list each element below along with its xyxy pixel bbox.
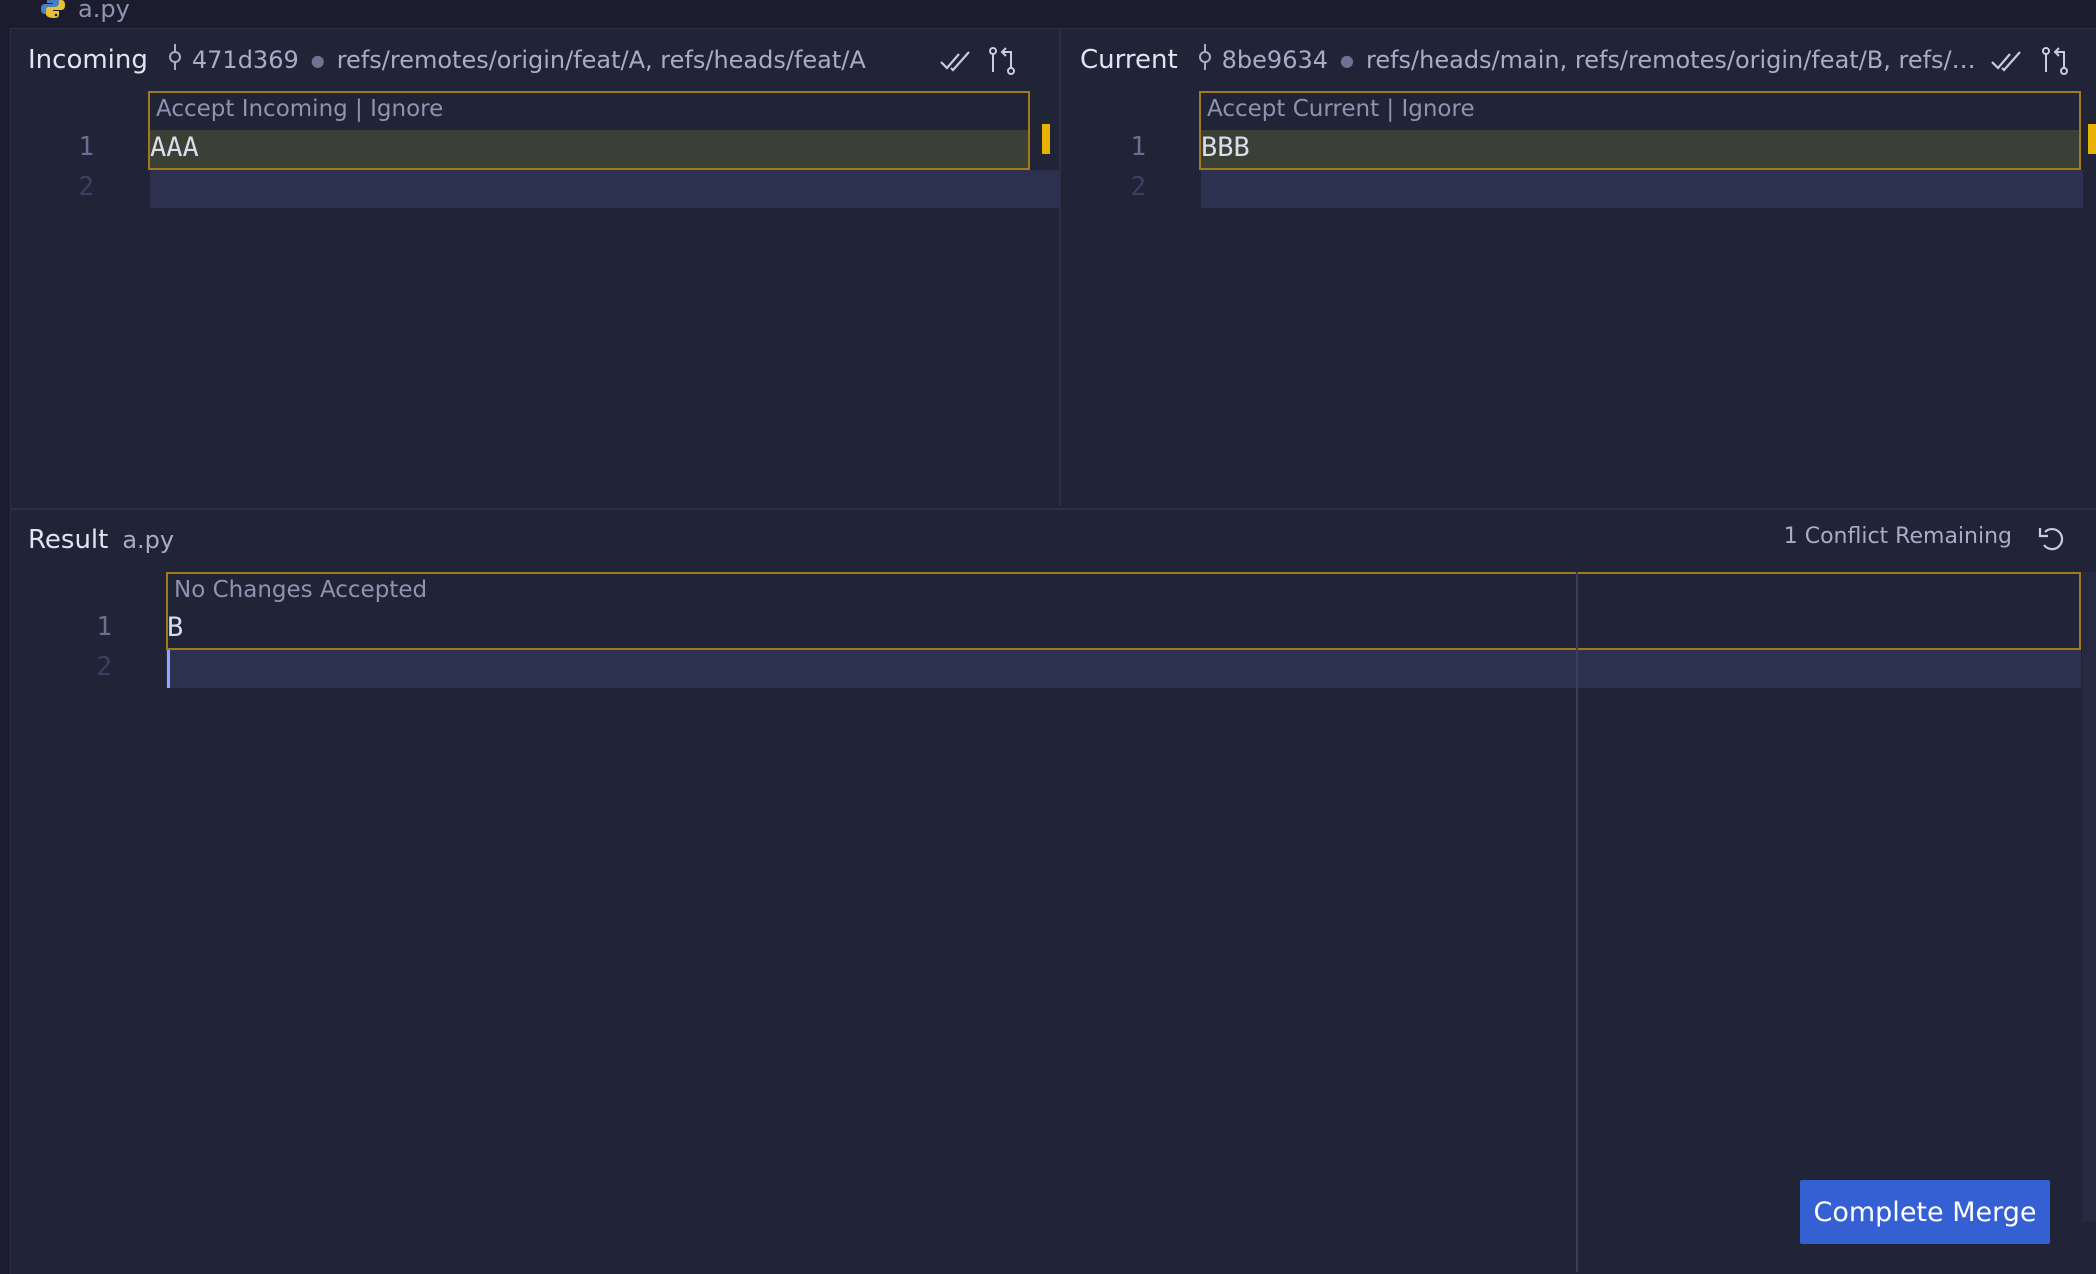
git-commit-icon	[1196, 42, 1214, 78]
result-header: Result a.py	[28, 510, 174, 570]
current-refs: refs/heads/main, refs/remotes/origin/fea…	[1365, 46, 1980, 74]
incoming-commit-hash: 471d369	[191, 46, 299, 74]
incoming-code-line-1[interactable]: AAA	[150, 132, 199, 163]
incoming-commit[interactable]: 471d369	[166, 42, 299, 78]
current-commit[interactable]: 8be9634	[1196, 42, 1328, 78]
accept-all-current-icon[interactable]	[1990, 44, 2024, 78]
result-line-2-highlight	[166, 650, 2081, 688]
incoming-line-2-highlight	[150, 170, 1060, 208]
result-title: Result	[28, 525, 109, 555]
text-cursor	[167, 650, 170, 688]
tab-filename: a.py	[78, 0, 130, 23]
conflicts-remaining-status[interactable]: 1 Conflict Remaining	[1784, 524, 2012, 549]
result-code-line-1[interactable]: B	[167, 612, 183, 643]
result-scrollbar[interactable]	[2082, 572, 2096, 1222]
incoming-change-marker	[1042, 124, 1050, 154]
accept-all-incoming-icon[interactable]	[939, 44, 973, 78]
separator-dot: ●	[1340, 50, 1354, 70]
current-codelens[interactable]: Accept Current | Ignore	[1201, 91, 1701, 127]
current-line-number-2: 2	[1130, 172, 1146, 202]
result-line-number-2: 2	[96, 652, 112, 682]
incoming-line-number-2: 2	[78, 172, 94, 202]
result-line-number-1: 1	[96, 612, 112, 642]
incoming-header: Incoming 471d369 ● refs/remotes/origin/f…	[28, 30, 1028, 90]
current-code-line-1[interactable]: BBB	[1201, 132, 1250, 163]
current-line-number-1: 1	[1130, 132, 1146, 162]
python-icon	[40, 0, 66, 24]
left-rail	[0, 28, 11, 1274]
incoming-codelens[interactable]: Accept Incoming | Ignore	[150, 91, 650, 127]
current-commit-hash: 8be9634	[1221, 46, 1329, 74]
tab-bar: a.py	[0, 0, 2096, 29]
file-tab[interactable]: a.py	[40, 0, 130, 24]
separator-dot: ●	[310, 50, 325, 70]
current-change-marker	[2088, 124, 2096, 154]
compare-incoming-icon[interactable]	[985, 44, 1019, 78]
reset-result-icon[interactable]	[2036, 522, 2070, 556]
current-line-2-highlight	[1201, 170, 2083, 208]
pane-splitter-vertical[interactable]	[1059, 28, 1061, 506]
result-filename: a.py	[122, 526, 175, 554]
complete-merge-button[interactable]: Complete Merge	[1800, 1180, 2050, 1244]
compare-current-icon[interactable]	[2038, 44, 2072, 78]
pane-splitter-horizontal[interactable]	[10, 508, 2096, 510]
result-codelens: No Changes Accepted	[174, 577, 428, 603]
editor-ruler	[1576, 572, 1578, 1272]
incoming-refs: refs/remotes/origin/feat/A, refs/heads/f…	[336, 46, 866, 74]
current-title: Current	[1080, 45, 1178, 75]
incoming-line-1-highlight	[150, 130, 1028, 168]
incoming-title: Incoming	[28, 45, 148, 75]
current-header: Current 8be9634 ● refs/heads/main, refs/…	[1080, 30, 1980, 90]
incoming-line-number-1: 1	[78, 132, 94, 162]
current-line-1-highlight	[1201, 130, 2079, 168]
git-commit-icon	[166, 42, 184, 78]
